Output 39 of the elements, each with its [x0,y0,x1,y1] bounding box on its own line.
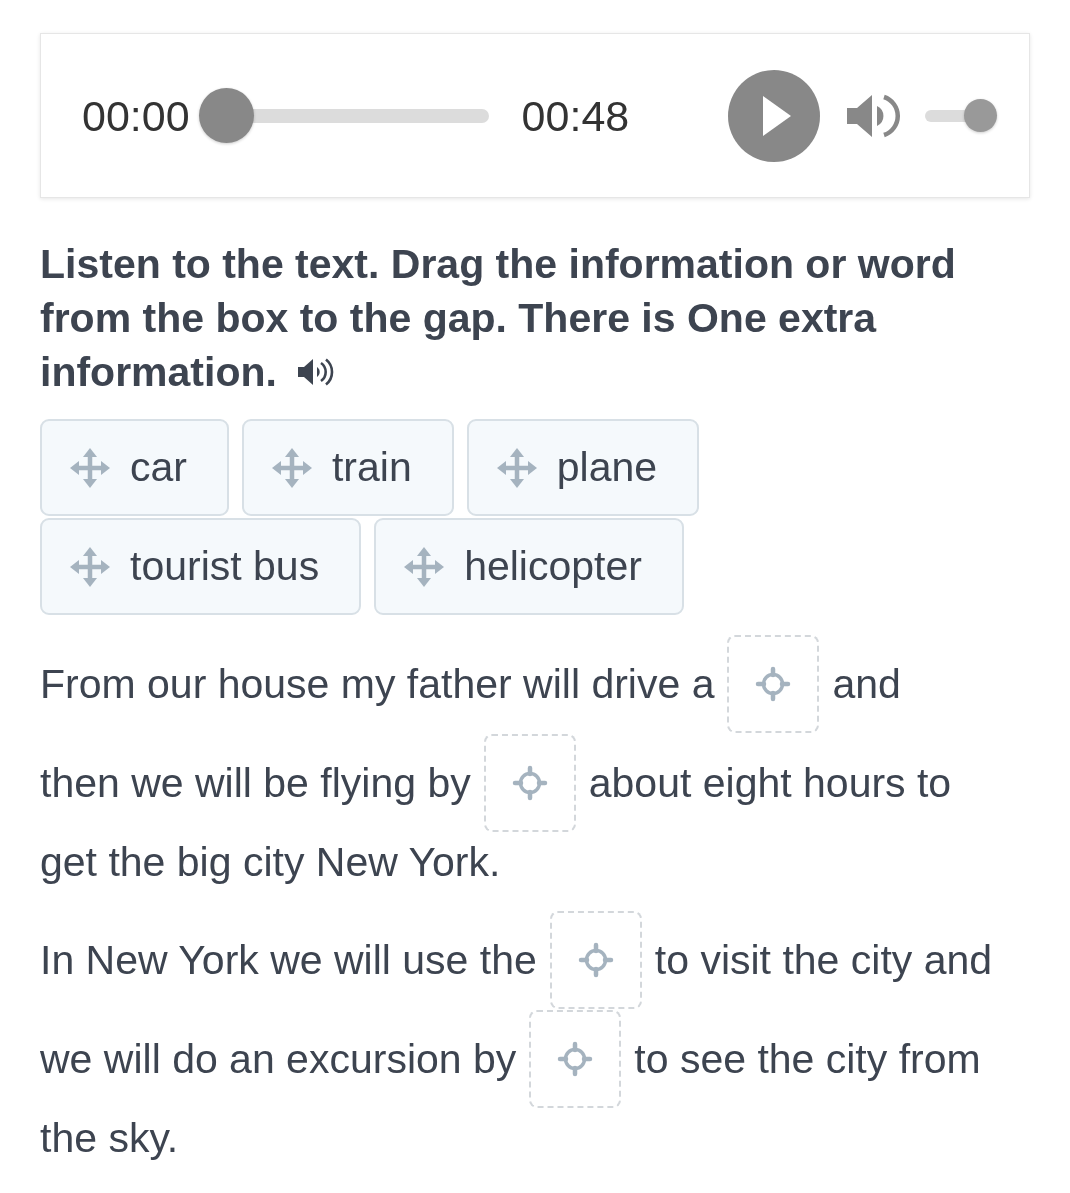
slider-thumb[interactable] [964,99,998,132]
word-chip[interactable]: plane [466,419,700,516]
drop-gap[interactable] [549,911,642,1009]
volume-slider[interactable] [925,99,998,132]
crosshair-icon [577,942,614,978]
duration-time: 00:48 [521,90,630,141]
current-time: 00:00 [82,90,190,141]
crosshair-icon [755,666,792,702]
seek-slider[interactable] [198,88,489,143]
passage-text: we will do an excursion by [40,1035,517,1084]
passage-text: about eight hours to [588,759,952,808]
passage-text: and [832,660,901,709]
word-chip[interactable]: train [241,419,454,516]
word-chip[interactable]: tourist bus [40,518,362,615]
passage-text: to see the city from [634,1035,981,1084]
word-chip[interactable]: helicopter [374,518,684,615]
drop-gap[interactable] [483,734,576,832]
drop-gap[interactable] [529,1010,622,1108]
slider-thumb[interactable] [198,88,254,143]
move-icon [70,447,110,488]
move-icon [404,546,445,587]
crosshair-icon [511,765,548,801]
speaker-icon[interactable] [296,358,334,386]
passage-text: to visit the city and [654,936,993,985]
instruction-text: information. [40,348,277,397]
passage-text: get the big city New York. [40,838,501,887]
crosshair-icon [557,1041,594,1077]
move-icon [496,447,537,488]
instruction-text: from the box to the gap. There is One extra [40,294,877,343]
passage-text: the sky. [40,1114,179,1163]
move-icon [271,447,312,488]
move-icon [70,546,110,587]
drop-gap[interactable] [727,635,820,733]
instruction-text: Listen to the text. Drag the information or word [40,240,956,289]
play-icon [763,95,792,136]
word-chip[interactable]: car [40,419,229,516]
passage-text: then we will be flying by [40,759,471,808]
passage-text: In New York we will use the [40,936,537,985]
passage-text: From our house my father will drive a [40,660,715,709]
